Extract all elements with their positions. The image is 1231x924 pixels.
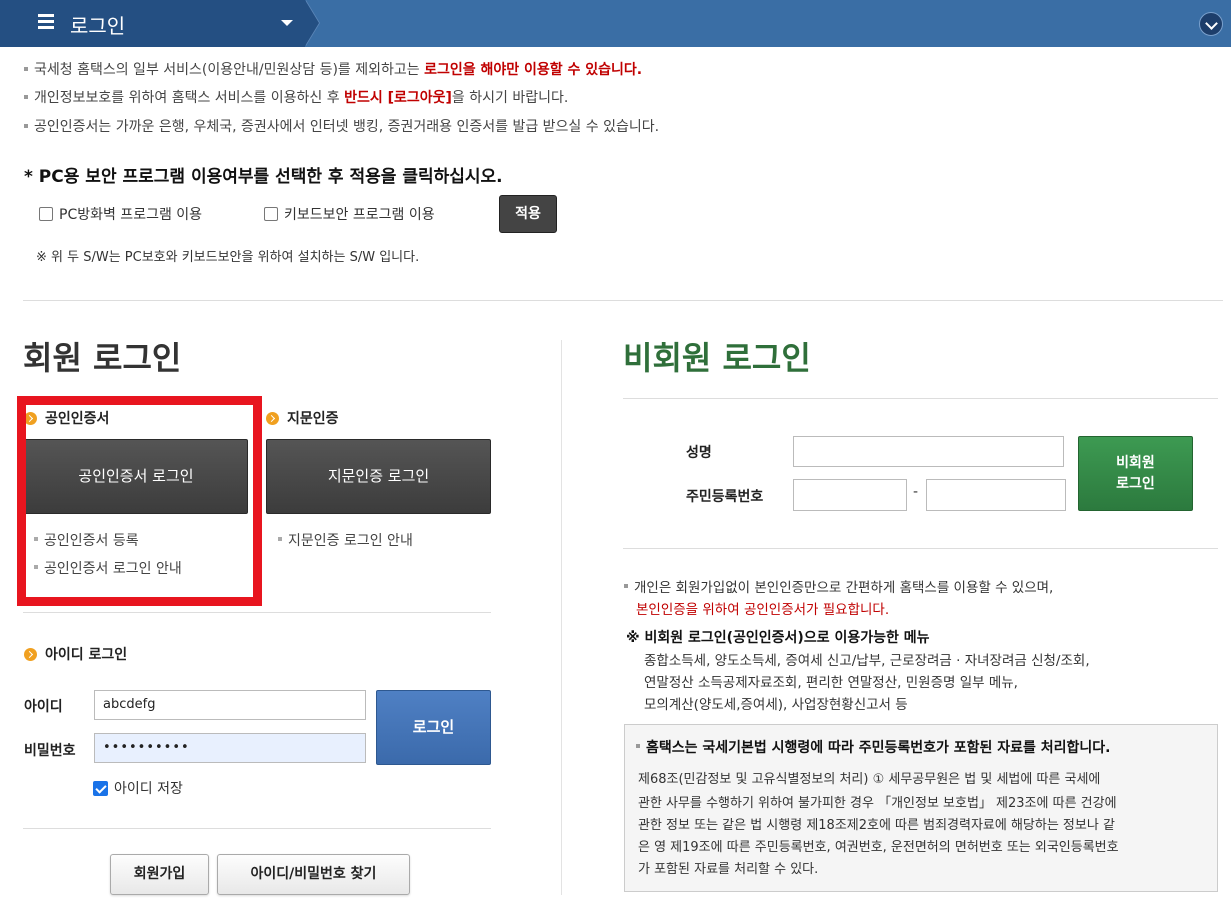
rrn-front-input[interactable] (793, 479, 907, 511)
id-label: 아이디 (24, 699, 63, 715)
rrn-dash: - (913, 484, 919, 500)
signup-button[interactable]: 회원가입 (110, 854, 209, 895)
notice-emphasis: 로그인을 해야만 이용할 수 있습니다. (424, 62, 643, 78)
notice-login-required: 국세청 홈택스의 일부 서비스(이용안내/민원상담 등)를 제외하고는 로그인을… (24, 59, 642, 79)
login-button[interactable]: 로그인 (376, 690, 491, 765)
notice-logout: 개인정보보호를 위하여 홈택스 서비스를 이용하신 후 반드시 [로그아웃]을 … (24, 87, 568, 107)
rrn-back-input[interactable] (926, 479, 1066, 511)
divider (23, 828, 491, 829)
button-line: 비회원 (1116, 455, 1155, 471)
section-label-text: 아이디 로그인 (45, 647, 128, 663)
id-login-section-label: 아이디 로그인 (24, 644, 127, 664)
page-title: 로그인 (70, 14, 126, 38)
id-input[interactable]: abcdefg (94, 690, 366, 720)
link-text[interactable]: 지문인증 로그인 안내 (288, 533, 413, 549)
keyboard-security-label: 키보드보안 프로그램 이용 (284, 207, 435, 223)
firewall-label: PC방화벽 프로그램 이용 (59, 207, 203, 223)
fingerprint-section-label: 지문인증 (266, 408, 339, 428)
save-id-label: 아이디 저장 (114, 781, 183, 797)
menu-line: 연말정산 소득공제자료조회, 편리한 연말정산, 민원증명 일부 메뉴, (644, 675, 1018, 691)
name-input[interactable] (793, 436, 1064, 467)
available-menu-title: ※ 비회원 로그인(공인인증서)으로 이용가능한 메뉴 (626, 630, 930, 646)
divider (623, 398, 1218, 399)
password-input[interactable]: •••••••••• (94, 733, 366, 763)
rrn-label: 주민등록번호 (686, 489, 764, 505)
member-login-title: 회원 로그인 (23, 339, 182, 377)
legal-info-line: 관한 정보 또는 같은 법 시행령 제18조제2호에 따른 범죄경력자료에 해당… (638, 818, 1115, 833)
keyboard-security-option[interactable]: 키보드보안 프로그램 이용 (264, 204, 435, 224)
menu-title-area[interactable]: 로그인 (0, 0, 305, 47)
menu-line: 모의계산(양도세,증여세), 사업장현황신고서 등 (644, 697, 908, 713)
notice-emphasis: 반드시 [로그아웃] (344, 90, 452, 106)
firewall-option[interactable]: PC방화벽 프로그램 이용 (39, 204, 202, 224)
firewall-checkbox[interactable] (39, 207, 53, 221)
divider (23, 612, 491, 613)
button-line: 로그인 (1116, 476, 1155, 492)
save-id-option[interactable]: 아이디 저장 (93, 778, 183, 798)
bullet-icon (24, 124, 28, 128)
fingerprint-guide-link[interactable]: 지문인증 로그인 안내 (278, 530, 413, 550)
apply-button[interactable]: 적용 (499, 195, 557, 233)
security-program-title: * PC용 보안 프로그램 이용여부를 선택한 후 적용을 클릭하십시오. (24, 167, 503, 187)
bullet-icon (624, 584, 628, 588)
info-title-text: 홈택스는 국세기본법 시행령에 따라 주민등록번호가 포함된 자료를 처리합니다… (646, 740, 1111, 756)
nonmember-login-title: 비회원 로그인 (623, 339, 811, 377)
divider (623, 548, 1218, 549)
notice-text: 을 하시기 바랍니다. (451, 90, 569, 106)
nonmember-login-button[interactable]: 비회원 로그인 (1078, 436, 1193, 511)
section-label-text: 지문인증 (287, 411, 339, 427)
column-divider (561, 340, 562, 895)
highlight-box (17, 396, 262, 606)
security-note: ※ 위 두 S/W는 PC보호와 키보드보안을 위하여 설치하는 S/W 입니다… (36, 250, 420, 265)
keyboard-security-checkbox[interactable] (264, 207, 278, 221)
chevron-down-icon[interactable] (1199, 12, 1223, 36)
menu-line: 종합소득세, 양도소득세, 증여세 신고/납부, 근로장려금 · 자녀장려금 신… (644, 653, 1090, 669)
top-navigation-bar: 로그인 (0, 0, 1231, 47)
breadcrumb-arrow (305, 0, 319, 46)
desc-text: 개인은 회원가입없이 본인인증만으로 간편하게 홈택스를 이용할 수 있으며, (634, 580, 1054, 596)
hamburger-menu-icon[interactable] (38, 14, 54, 30)
bullet-icon (636, 744, 640, 748)
legal-info-line: 가 포함된 자료를 처리할 수 있다. (638, 862, 819, 877)
arrow-bullet-icon (266, 411, 279, 425)
legal-info-line: 관한 사무를 수행하기 위하여 불가피한 경우 「개인정보 보호법」 제23조에… (638, 796, 1117, 811)
save-id-checkbox[interactable] (93, 780, 108, 796)
legal-info-line: 제68조(민감정보 및 고유식별정보의 처리) ① 세무공무원은 법 및 세법에… (638, 772, 1101, 787)
notice-text: 공인인증서는 가까운 은행, 우체국, 증권사에서 인터넷 뱅킹, 증권거래용 … (34, 119, 660, 135)
arrow-bullet-icon (24, 647, 37, 661)
dropdown-caret-icon[interactable] (281, 20, 293, 26)
legal-info-title: 홈택스는 국세기본법 시행령에 따라 주민등록번호가 포함된 자료를 처리합니다… (636, 737, 1110, 757)
bullet-icon (278, 537, 282, 541)
password-label: 비밀번호 (24, 743, 76, 759)
divider (23, 300, 1223, 301)
notice-text: 국세청 홈택스의 일부 서비스(이용안내/민원상담 등)를 제외하고는 (34, 62, 425, 78)
notice-certificate: 공인인증서는 가까운 은행, 우체국, 증권사에서 인터넷 뱅킹, 증권거래용 … (24, 116, 659, 136)
find-id-password-button[interactable]: 아이디/비밀번호 찾기 (217, 854, 410, 895)
fingerprint-login-button[interactable]: 지문인증 로그인 (266, 439, 491, 514)
bullet-icon (24, 67, 28, 71)
notice-text: 개인정보보호를 위하여 홈택스 서비스를 이용하신 후 (34, 90, 345, 106)
name-label: 성명 (686, 445, 712, 461)
nonmember-desc: 개인은 회원가입없이 본인인증만으로 간편하게 홈택스를 이용할 수 있으며, (624, 576, 1053, 596)
legal-info-line: 은 영 제19조에 따른 주민등록번호, 여권번호, 운전면허의 면허번호 또는… (638, 840, 1119, 855)
bullet-icon (24, 95, 28, 99)
nonmember-desc-red: 본인인증을 위하여 공인인증서가 필요합니다. (636, 602, 890, 618)
